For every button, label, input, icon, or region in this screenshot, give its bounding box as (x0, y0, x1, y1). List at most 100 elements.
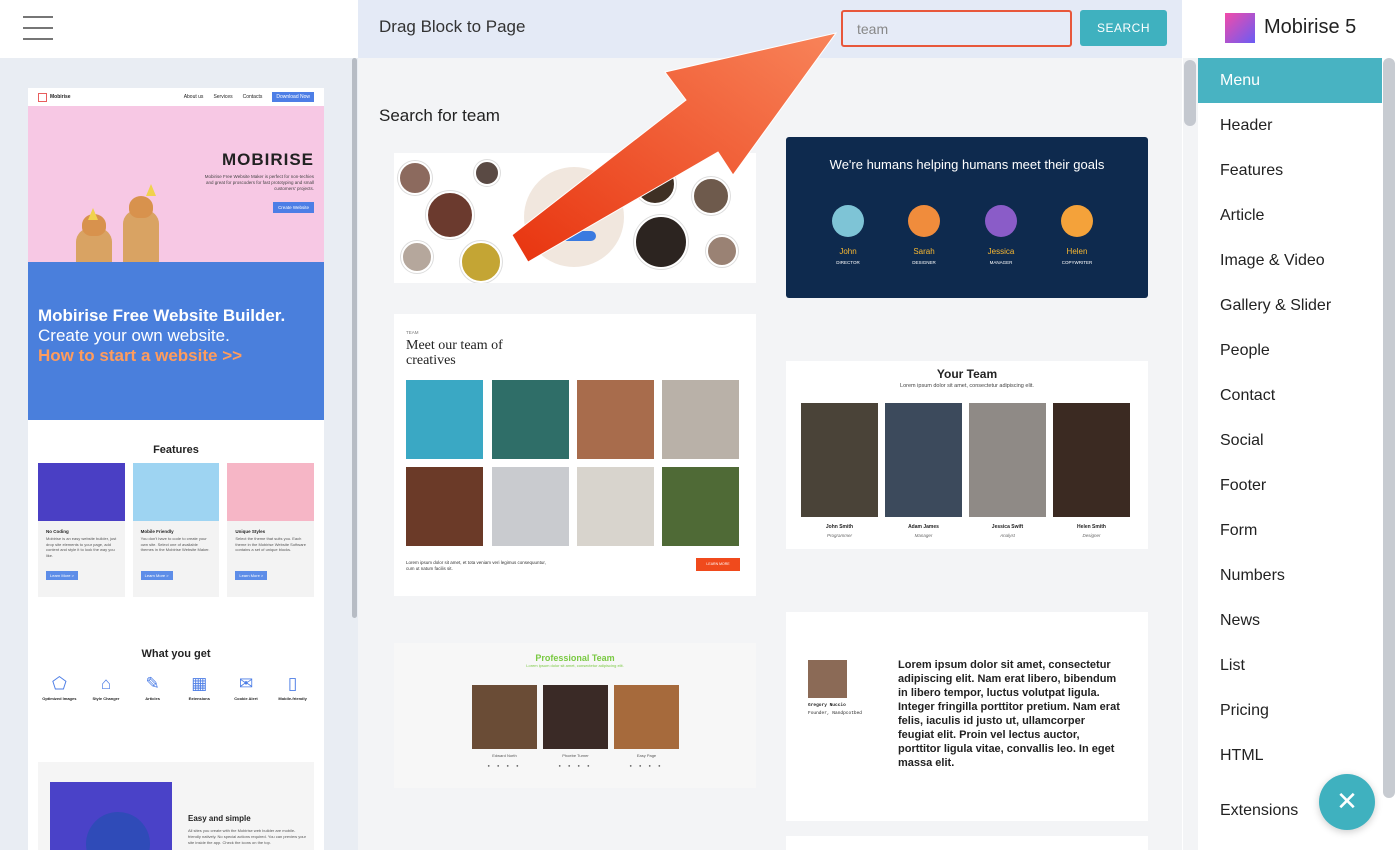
team-block-creatives[interactable]: TEAM Meet our team of creatives Lorem ip… (394, 314, 756, 596)
search-button[interactable]: SEARCH (1080, 10, 1167, 46)
team-block-circles[interactable] (394, 153, 756, 283)
page-preview[interactable]: Mobirise About us Services Contacts Down… (28, 88, 324, 850)
category-features[interactable]: Features (1198, 148, 1382, 193)
team-photo (406, 380, 483, 459)
mobile-icon: ▯ (287, 674, 298, 693)
team-block-professional[interactable]: Professional Team Lorem ipsum dolor sit … (394, 643, 756, 788)
person-role: Designer (1082, 533, 1101, 538)
hamburger-menu-button[interactable] (0, 0, 358, 58)
team-block-bio[interactable]: Gregory Nuccio Founder, Nandpcotbed Lore… (786, 612, 1148, 821)
member-avatar (832, 205, 864, 237)
category-pricing[interactable]: Pricing (1198, 688, 1382, 733)
bio-role: Founder, Nandpcotbed (808, 711, 863, 716)
results-scrollbar-thumb[interactable] (1184, 60, 1196, 126)
brush-icon: ⌂ (100, 674, 112, 693)
pro-photo (472, 685, 537, 749)
category-html[interactable]: HTML (1198, 733, 1382, 778)
preview-navbar: Mobirise About us Services Contacts Down… (28, 88, 324, 106)
feature-text: You don't have to code to create your ow… (140, 536, 210, 552)
get-item-label: Mobile-friendly (278, 696, 307, 701)
bio-photo (808, 660, 847, 698)
easy-image (50, 782, 172, 850)
pro-photo (543, 685, 608, 749)
team-photo (492, 467, 569, 546)
pro-team-title: Professional Team (535, 653, 615, 663)
menu-icon-bar (23, 27, 53, 29)
get-item: ⬠ Optimized Images (39, 674, 79, 701)
category-menu[interactable]: Menu (1198, 58, 1382, 103)
social-icons: ● ● ● ● (558, 763, 593, 768)
preview-logo-icon (38, 92, 47, 102)
avatar (426, 191, 474, 239)
easy-text: All sites you create with the Mobirise w… (188, 828, 306, 845)
preview-hero-button: Create Website (273, 202, 314, 213)
category-news[interactable]: News (1198, 598, 1382, 643)
menu-icon-bar (23, 38, 53, 40)
creatives-eyebrow: TEAM (406, 330, 419, 335)
preview-feature-card: Mobile Friendly You don't have to code t… (132, 463, 220, 597)
easy-title: Easy and simple (188, 814, 251, 823)
categories-scrollbar-thumb[interactable] (1383, 58, 1395, 798)
category-image-video[interactable]: Image & Video (1198, 238, 1382, 283)
team-member: Jessica MANAGER (971, 205, 1031, 265)
bio-text: Lorem ipsum dolor sit amet, consectetur … (898, 659, 1120, 769)
dog-image (123, 196, 159, 262)
person-name: Jessica Swift (991, 524, 1024, 530)
avatar (706, 235, 738, 267)
category-form[interactable]: Form (1198, 508, 1382, 553)
close-button[interactable]: ✕ (1319, 774, 1375, 830)
get-item-label: Cookie Alert (234, 696, 258, 701)
category-list[interactable]: List (1198, 643, 1382, 688)
preview-banner: Mobirise Free Website Builder. Create yo… (28, 262, 324, 420)
person-photo (801, 403, 878, 517)
feature-button: Learn More > (235, 571, 268, 580)
preview-nav-link: Services (213, 94, 233, 100)
member-role: DESIGNER (912, 260, 936, 265)
categories-scrollbar[interactable] (1382, 58, 1396, 850)
feature-title: Unique Styles (235, 529, 266, 534)
category-people[interactable]: People (1198, 328, 1382, 373)
team-member: John DIRECTOR (818, 205, 878, 265)
category-header[interactable]: Header (1198, 103, 1382, 148)
preview-banner-title: Mobirise Free Website Builder. (38, 306, 286, 325)
get-item: ▯ Mobile-friendly (273, 674, 313, 701)
preview-feature-card: No Coding Mobirise is an easy website bu… (38, 463, 125, 597)
team-photo (577, 380, 654, 459)
drag-block-title: Drag Block to Page (379, 17, 526, 36)
person-photo (885, 403, 962, 517)
preview-hero-title: MOBIRISE (221, 150, 314, 169)
get-item: ▦ Extensions (179, 674, 219, 701)
pro-name: Easy Page (636, 753, 657, 758)
preview-banner-link: How to start a website >> (38, 346, 243, 365)
category-article[interactable]: Article (1198, 193, 1382, 238)
feature-image (38, 463, 125, 521)
team-block-dark[interactable]: We're humans helping humans meet their g… (786, 137, 1148, 298)
member-avatar (908, 205, 940, 237)
feature-text: Select the theme that suits you. Each th… (235, 536, 306, 552)
team-block-next[interactable] (786, 836, 1148, 850)
block-search-bar: Drag Block to Page SEARCH (358, 0, 1182, 58)
member-role: DIRECTOR (836, 260, 860, 265)
preview-scrollbar[interactable] (352, 58, 357, 618)
image-icon: ⬠ (51, 674, 67, 693)
brand-name: Mobirise 5 (1264, 16, 1357, 38)
person-name: Adam James (908, 524, 939, 530)
category-contact[interactable]: Contact (1198, 373, 1382, 418)
category-gallery-slider[interactable]: Gallery & Slider (1198, 283, 1382, 328)
mobirise-logo-icon (1225, 13, 1255, 43)
feature-title: No Coding (46, 529, 69, 534)
block-search-input[interactable] (841, 10, 1072, 47)
feature-text: Mobirise is an easy website builder, jus… (46, 536, 117, 558)
social-icons: ● ● ● ● (629, 763, 664, 768)
category-footer[interactable]: Footer (1198, 463, 1382, 508)
results-scrollbar[interactable] (1183, 58, 1198, 850)
member-avatar (985, 205, 1017, 237)
category-social[interactable]: Social (1198, 418, 1382, 463)
category-numbers[interactable]: Numbers (1198, 553, 1382, 598)
team-block-your-team[interactable]: Your Team Lorem ipsum dolor sit amet, co… (786, 361, 1148, 549)
avatar (474, 160, 500, 186)
member-role: MANAGER (989, 260, 1013, 265)
your-team-subtitle: Lorem ipsum dolor sit amet, consectetur … (900, 383, 1034, 389)
close-icon: ✕ (1336, 786, 1358, 816)
preview-features: Features No Coding Mobirise is an easy w… (28, 420, 324, 597)
